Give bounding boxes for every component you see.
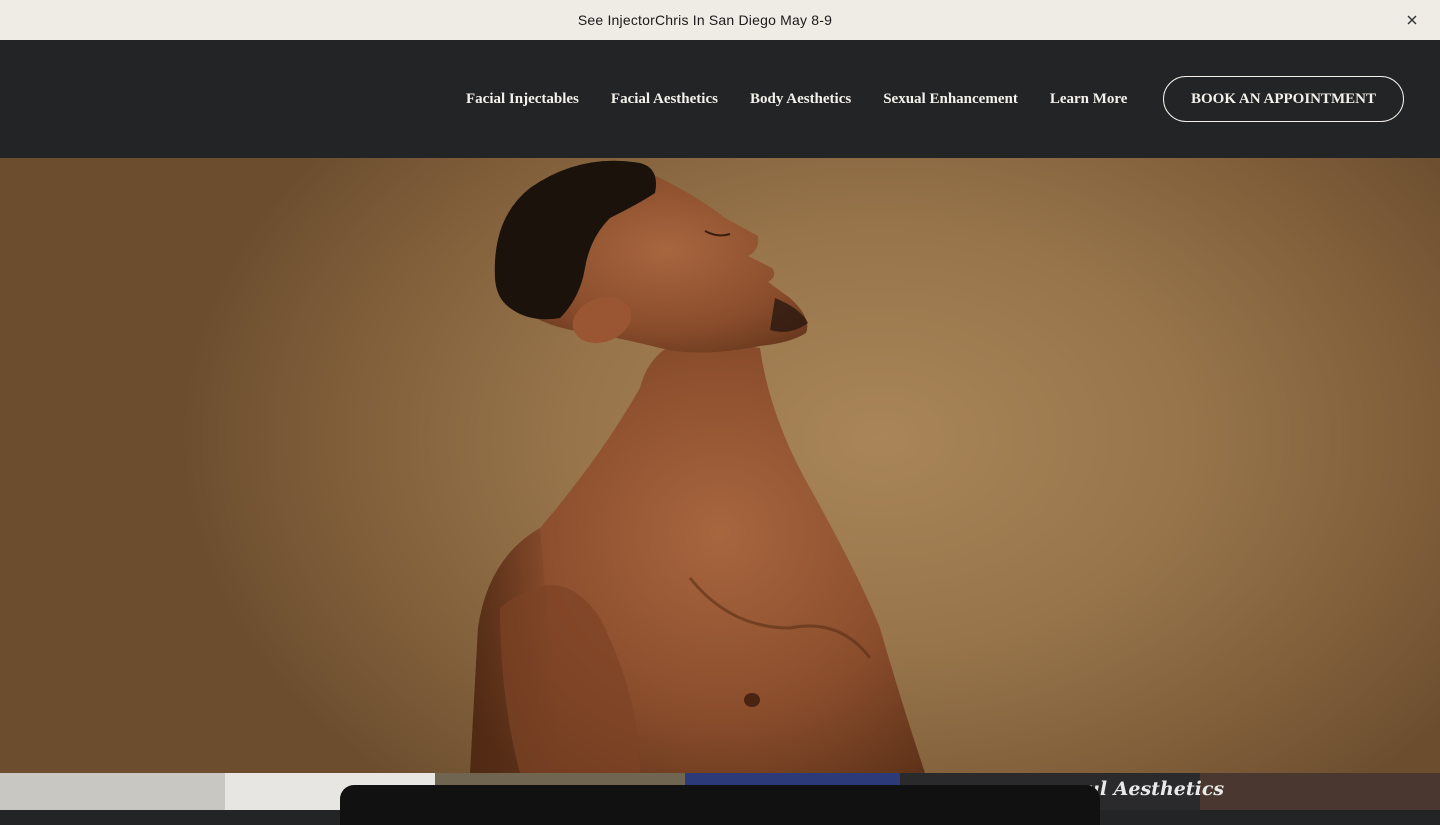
gallery-image	[0, 773, 225, 810]
hero-image	[0, 158, 1440, 773]
announcement-bar: See InjectorChris In San Diego May 8-9	[0, 0, 1440, 40]
book-appointment-button[interactable]: BOOK AN APPOINTMENT	[1163, 76, 1404, 122]
nav-item-body-aesthetics[interactable]: Body Aesthetics	[750, 91, 851, 108]
nav-item-facial-aesthetics[interactable]: Facial Aesthetics	[611, 91, 718, 108]
nav-item-facial-injectables[interactable]: Facial Injectables	[466, 91, 579, 108]
nav-item-sexual-enhancement[interactable]: Sexual Enhancement	[883, 91, 1018, 108]
man-profile-photo	[470, 160, 925, 773]
gallery-image	[1200, 773, 1440, 810]
site-header: Facial Injectables Facial Aesthetics Bod…	[0, 40, 1440, 158]
main-nav: Facial Injectables Facial Aesthetics Bod…	[466, 40, 1127, 158]
content-card	[340, 785, 1100, 825]
close-icon[interactable]	[1404, 12, 1420, 28]
announcement-text[interactable]: See InjectorChris In San Diego May 8-9	[578, 12, 832, 28]
nav-item-learn-more[interactable]: Learn More	[1050, 91, 1128, 108]
gallery-script-text: ul Aesthetics	[1086, 778, 1225, 800]
